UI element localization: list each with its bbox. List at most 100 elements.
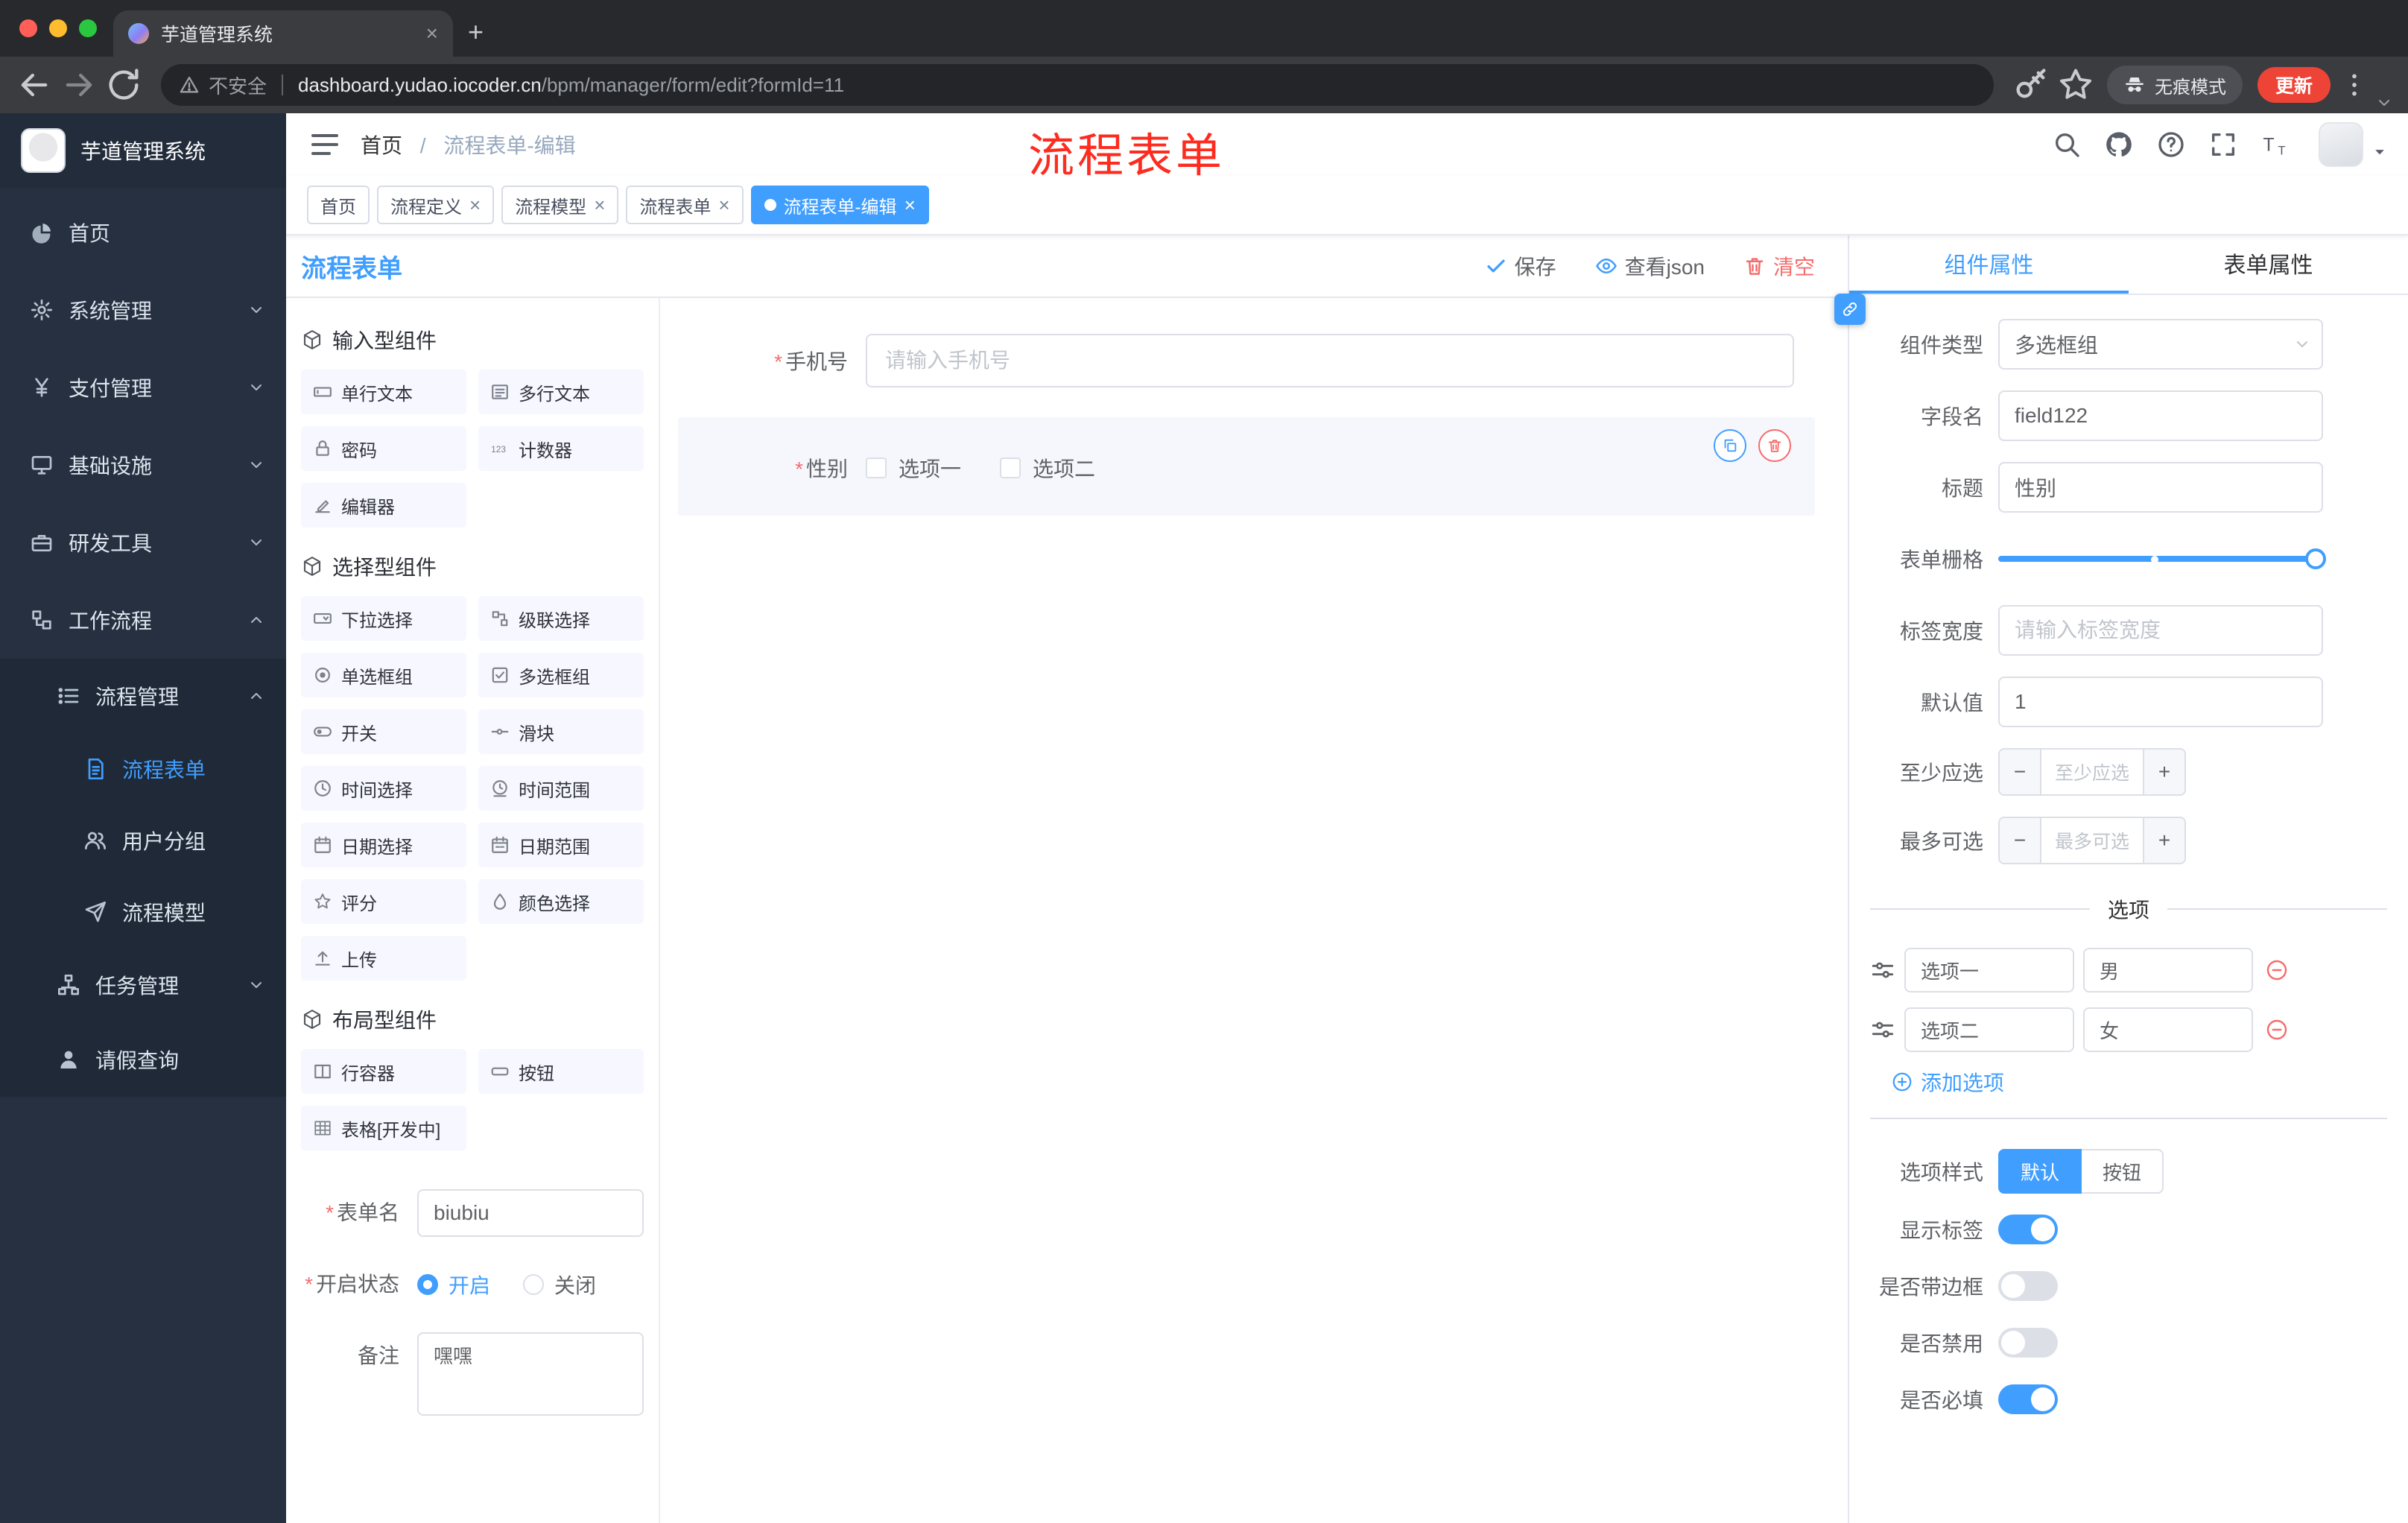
reload-icon[interactable]: [104, 66, 143, 104]
component-chip-1-5[interactable]: 滑块: [478, 709, 644, 754]
tag-view-3[interactable]: 流程表单 ×: [626, 186, 744, 224]
remove-option-icon[interactable]: [2265, 1018, 2289, 1042]
option-label-input[interactable]: [1904, 1007, 2074, 1052]
component-type-select[interactable]: 多选框组: [1998, 319, 2323, 370]
toggle-0[interactable]: [1998, 1215, 2058, 1244]
checkbox-option-2[interactable]: 选项二: [1000, 453, 1095, 483]
field-name-input[interactable]: [1998, 390, 2323, 441]
browser-menu-icon[interactable]: [2339, 66, 2369, 104]
tag-close-icon[interactable]: ×: [469, 195, 481, 215]
sidebar-item-10[interactable]: 任务管理: [0, 948, 286, 1022]
sidebar-item-11[interactable]: 请假查询: [0, 1022, 286, 1097]
search-icon[interactable]: [2052, 130, 2082, 159]
tag-view-4[interactable]: 流程表单-编辑 ×: [750, 186, 929, 224]
sidebar-item-2[interactable]: 支付管理: [0, 349, 286, 426]
component-chip-1-12[interactable]: 上传: [301, 936, 466, 981]
field-phone[interactable]: * 手机号: [678, 319, 1815, 402]
component-chip-2-2[interactable]: 表格[开发中]: [301, 1106, 466, 1150]
plus-button[interactable]: +: [2143, 818, 2184, 863]
help-icon[interactable]: [2156, 130, 2186, 159]
remove-option-icon[interactable]: [2265, 958, 2289, 982]
component-chip-1-7[interactable]: 时间范围: [478, 766, 644, 811]
component-chip-0-1[interactable]: 多行文本: [478, 370, 644, 414]
option-value-input[interactable]: [2083, 1007, 2253, 1052]
new-tab-button[interactable]: +: [468, 16, 484, 48]
form-name-input[interactable]: [417, 1189, 644, 1237]
chevron-down-icon[interactable]: [2375, 94, 2393, 112]
component-chip-1-2[interactable]: 单选框组: [301, 653, 466, 697]
sidebar-item-5[interactable]: 工作流程: [0, 581, 286, 659]
default-value-input[interactable]: [1998, 677, 2323, 727]
browser-tab[interactable]: 芋道管理系统 ×: [113, 10, 453, 57]
component-chip-0-4[interactable]: 编辑器: [301, 483, 466, 528]
save-button[interactable]: 保存: [1485, 251, 1556, 281]
style-button-button[interactable]: 按钮: [2082, 1149, 2164, 1194]
view-json-button[interactable]: 查看json: [1595, 251, 1705, 281]
sidebar-item-7[interactable]: 流程表单: [0, 733, 286, 805]
sidebar-item-1[interactable]: 系统管理: [0, 271, 286, 349]
title-input[interactable]: [1998, 462, 2323, 513]
option-value-input[interactable]: [2083, 948, 2253, 992]
label-width-input[interactable]: [1998, 605, 2323, 656]
tag-close-icon[interactable]: ×: [904, 195, 916, 215]
drag-handle-icon[interactable]: [1870, 957, 1895, 983]
font-size-icon[interactable]: TT: [2260, 130, 2290, 159]
radio-off[interactable]: 关闭: [523, 1270, 596, 1299]
forward-icon[interactable]: [60, 66, 98, 104]
component-chip-0-0[interactable]: 单行文本: [301, 370, 466, 414]
phone-input[interactable]: [866, 334, 1794, 387]
sidebar-item-0[interactable]: 首页: [0, 194, 286, 271]
slider-handle[interactable]: [2305, 548, 2326, 569]
component-chip-0-3[interactable]: 123 计数器: [478, 426, 644, 471]
toggle-1[interactable]: [1998, 1271, 2058, 1301]
tab-form-props[interactable]: 表单属性: [2129, 235, 2408, 294]
address-bar[interactable]: 不安全 dashboard.yudao.iocoder.cn/bpm/manag…: [161, 64, 1994, 106]
zoom-window-button[interactable]: [79, 19, 97, 37]
radio-on[interactable]: 开启: [417, 1270, 490, 1299]
component-chip-1-11[interactable]: 颜色选择: [478, 879, 644, 924]
toggle-3[interactable]: [1998, 1384, 2058, 1414]
password-key-icon[interactable]: [2012, 66, 2050, 104]
remark-textarea[interactable]: 嘿嘿: [417, 1332, 644, 1416]
sidebar-item-6[interactable]: 流程管理: [0, 659, 286, 733]
component-chip-2-1[interactable]: 按钮: [478, 1049, 644, 1094]
component-chip-1-4[interactable]: 开关: [301, 709, 466, 754]
form-canvas[interactable]: *手机号 *性别 选项一: [660, 298, 1848, 1523]
fullscreen-icon[interactable]: [2208, 130, 2238, 159]
component-chip-0-2[interactable]: 密码: [301, 426, 466, 471]
plus-button[interactable]: +: [2143, 750, 2184, 794]
sidebar-item-9[interactable]: 流程模型: [0, 876, 286, 948]
component-chip-1-10[interactable]: 评分: [301, 879, 466, 924]
component-chip-1-3[interactable]: 多选框组: [478, 653, 644, 697]
minimize-window-button[interactable]: [49, 19, 67, 37]
github-icon[interactable]: [2104, 130, 2134, 159]
drag-handle-icon[interactable]: [1870, 1017, 1895, 1042]
toggle-2[interactable]: [1998, 1328, 2058, 1358]
user-menu[interactable]: [2319, 122, 2387, 167]
tab-component-props[interactable]: 组件属性: [1849, 235, 2129, 294]
component-chip-1-1[interactable]: 级联选择: [478, 596, 644, 641]
grid-slider[interactable]: [1998, 533, 2326, 584]
copy-field-button[interactable]: [1714, 429, 1746, 462]
app-logo-row[interactable]: 芋道管理系统: [0, 113, 286, 188]
add-option-button[interactable]: 添加选项: [1891, 1067, 2387, 1097]
tab-close-icon[interactable]: ×: [426, 23, 438, 44]
update-button[interactable]: 更新: [2257, 67, 2331, 103]
breadcrumb-home[interactable]: 首页: [361, 134, 402, 157]
back-icon[interactable]: [15, 66, 54, 104]
tag-view-0[interactable]: 首页: [307, 186, 370, 224]
sidebar-item-4[interactable]: 研发工具: [0, 504, 286, 581]
component-chip-2-0[interactable]: 行容器: [301, 1049, 466, 1094]
tag-view-2[interactable]: 流程模型 ×: [501, 186, 619, 224]
option-label-input[interactable]: [1904, 948, 2074, 992]
link-button[interactable]: [1834, 294, 1866, 325]
style-default-button[interactable]: 默认: [1998, 1149, 2082, 1194]
delete-field-button[interactable]: [1758, 429, 1791, 462]
component-chip-1-9[interactable]: 日期范围: [478, 823, 644, 867]
tag-close-icon[interactable]: ×: [594, 195, 605, 215]
component-chip-1-6[interactable]: 时间选择: [301, 766, 466, 811]
sidebar-item-8[interactable]: 用户分组: [0, 805, 286, 876]
field-gender-selected[interactable]: * 性别 选项一 选项二: [678, 417, 1815, 516]
minus-button[interactable]: −: [2000, 750, 2041, 794]
tag-view-1[interactable]: 流程定义 ×: [377, 186, 495, 224]
